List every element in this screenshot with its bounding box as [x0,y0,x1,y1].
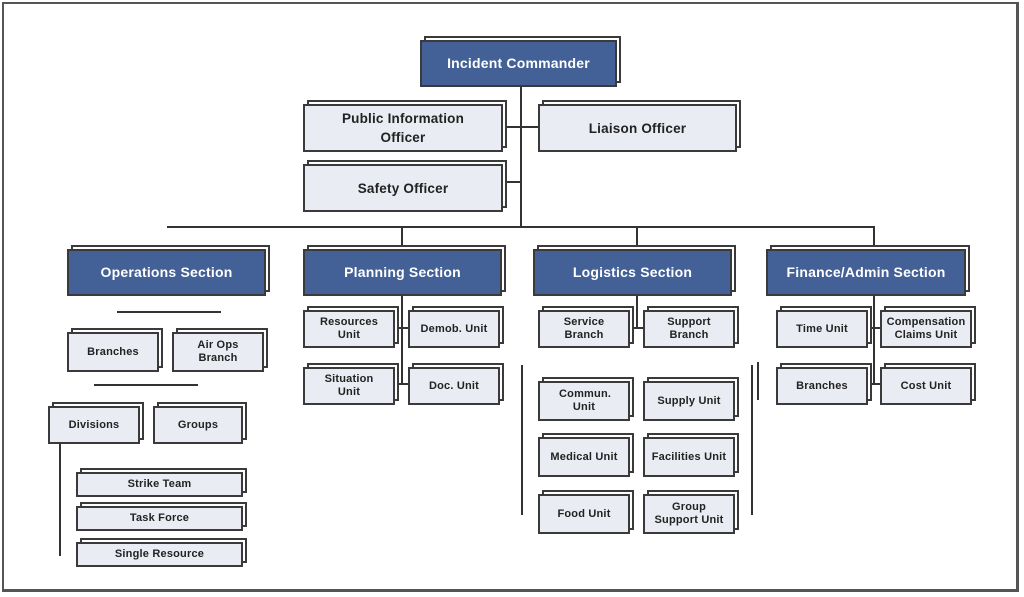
groups-label: Groups [177,418,219,431]
safety-officer-box[interactable]: Safety Officer [303,164,503,212]
operations-branches-box[interactable]: Branches [67,332,159,372]
connector-line [401,226,403,250]
resources-unit-label: Resources Unit [319,316,379,341]
commun-unit-box[interactable]: Commun. Unit [538,381,630,421]
connector-line [636,296,638,328]
supply-unit-label: Supply Unit [657,394,721,407]
planning-section-label: Planning Section [344,264,461,280]
time-unit-label: Time Unit [796,322,848,335]
connector-line [866,383,880,385]
logistics-section-label: Logistics Section [572,264,693,280]
connector-line [757,362,759,400]
operations-branches-label: Branches [87,345,139,358]
finance-admin-section-box[interactable]: Finance/Admin Section [766,249,966,296]
divisions-box[interactable]: Divisions [48,406,140,444]
public-information-officer-box[interactable]: Public Information Officer [303,104,503,152]
compensation-claims-unit-box[interactable]: Compensation Claims Unit [880,310,972,348]
air-ops-branch-box[interactable]: Air Ops Branch [172,332,264,372]
incident-commander-box[interactable]: Incident Commander [420,40,617,87]
service-branch-box[interactable]: Service Branch [538,310,630,348]
safety-officer-label: Safety Officer [357,180,449,196]
doc-unit-box[interactable]: Doc. Unit [408,367,500,405]
commun-unit-label: Commun. Unit [559,388,612,413]
connector-line [751,365,753,515]
strike-team-label: Strike Team [127,478,192,490]
finance-admin-section-label: Finance/Admin Section [786,264,946,280]
diagram-frame [2,2,1019,592]
situation-unit-label: Situation Unit [324,373,374,398]
finance-branches-label: Branches [796,379,848,392]
liaison-officer-box[interactable]: Liaison Officer [538,104,737,152]
task-force-box[interactable]: Task Force [76,506,243,531]
cost-unit-box[interactable]: Cost Unit [880,367,972,405]
public-information-officer-label: Public Information Officer [341,111,465,145]
connector-line [520,87,522,227]
connector-line [167,226,874,228]
facilities-unit-label: Facilities Unit [651,450,727,463]
support-branch-label: Support Branch [667,316,711,341]
compensation-claims-unit-label: Compensation Claims Unit [886,316,966,341]
incident-commander-label: Incident Commander [447,55,590,71]
single-resource-box[interactable]: Single Resource [76,542,243,567]
group-support-unit-label: Group Support Unit [654,501,724,526]
operations-section-box[interactable]: Operations Section [67,249,266,296]
planning-section-box[interactable]: Planning Section [303,249,502,296]
supply-unit-box[interactable]: Supply Unit [643,381,735,421]
cost-unit-label: Cost Unit [900,379,952,392]
operations-section-label: Operations Section [100,264,233,280]
task-force-label: Task Force [129,512,190,524]
liaison-officer-label: Liaison Officer [588,120,687,136]
logistics-section-box[interactable]: Logistics Section [533,249,732,296]
connector-line [401,296,403,384]
support-branch-box[interactable]: Support Branch [643,310,735,348]
situation-unit-box[interactable]: Situation Unit [303,367,395,405]
connector-line [866,327,880,329]
finance-branches-box[interactable]: Branches [776,367,868,405]
demob-unit-box[interactable]: Demob. Unit [408,310,500,348]
divisions-label: Divisions [68,418,120,431]
connector-line [630,327,644,329]
connector-line [636,226,638,250]
medical-unit-label: Medical Unit [550,450,618,463]
connector-line [94,384,198,386]
connector-line [873,226,875,250]
doc-unit-label: Doc. Unit [428,379,480,392]
connector-line [873,296,875,384]
medical-unit-box[interactable]: Medical Unit [538,437,630,477]
connector-line [503,126,539,128]
time-unit-box[interactable]: Time Unit [776,310,868,348]
connector-line [59,443,61,556]
connector-line [521,365,523,515]
service-branch-label: Service Branch [563,316,605,341]
air-ops-branch-label: Air Ops Branch [197,339,239,364]
facilities-unit-box[interactable]: Facilities Unit [643,437,735,477]
strike-team-box[interactable]: Strike Team [76,472,243,497]
resources-unit-box[interactable]: Resources Unit [303,310,395,348]
single-resource-label: Single Resource [114,548,205,560]
food-unit-box[interactable]: Food Unit [538,494,630,534]
group-support-unit-box[interactable]: Group Support Unit [643,494,735,534]
groups-box[interactable]: Groups [153,406,243,444]
connector-line [117,311,221,313]
connector-line [503,181,521,183]
food-unit-label: Food Unit [557,507,611,520]
demob-unit-label: Demob. Unit [420,322,488,335]
